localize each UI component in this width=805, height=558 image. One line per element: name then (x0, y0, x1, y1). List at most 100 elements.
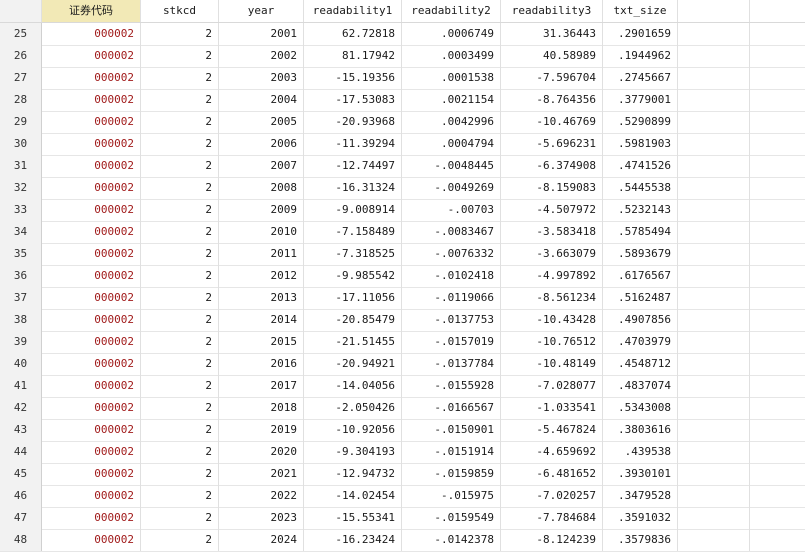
cell-txt-size[interactable]: .3803616 (603, 419, 678, 441)
cell-txt-size[interactable]: .5785494 (603, 221, 678, 243)
cell-year[interactable]: 2019 (219, 419, 304, 441)
cell-stkcd[interactable]: 2 (141, 221, 219, 243)
table-row[interactable]: 34 000002 2 2010 -7.158489 -.0083467 -3.583418… (0, 221, 805, 244)
table-row[interactable]: 44 000002 2 2020 -9.304193 -.0151914 -4.659692… (0, 441, 805, 464)
cell-stkcd[interactable]: 2 (141, 243, 219, 265)
row-number[interactable]: 41 (0, 375, 42, 397)
row-number[interactable]: 42 (0, 397, 42, 419)
cell-year[interactable]: 2004 (219, 89, 304, 111)
column-header-readability1[interactable]: readability1 (304, 0, 402, 22)
table-row[interactable]: 28 000002 2 2004 -17.53083.0021154 -8.764356.… (0, 89, 805, 112)
cell-zqdm[interactable]: 000002 (42, 309, 141, 331)
cell-readability1[interactable]: -9.008914 (304, 199, 402, 221)
cell-readability2[interactable]: -.0119066 (402, 287, 501, 309)
cell-txt-size[interactable]: .6176567 (603, 265, 678, 287)
row-number[interactable]: 36 (0, 265, 42, 287)
cell-txt-size[interactable]: .5981903 (603, 133, 678, 155)
table-row[interactable]: 30 000002 2 2006 -11.39294.0004794 -5.696231.… (0, 133, 805, 156)
row-number[interactable]: 48 (0, 529, 42, 551)
cell-zqdm[interactable]: 000002 (42, 199, 141, 221)
cell-readability3[interactable]: -7.784684 (501, 507, 603, 529)
cell-year[interactable]: 2011 (219, 243, 304, 265)
cell-readability1[interactable]: -17.53083 (304, 89, 402, 111)
cell-readability3[interactable]: -10.43428 (501, 309, 603, 331)
cell-zqdm[interactable]: 000002 (42, 419, 141, 441)
column-header-readability3[interactable]: readability3 (501, 0, 603, 22)
cell-stkcd[interactable]: 2 (141, 309, 219, 331)
table-row[interactable]: 47 000002 2 2023 -15.55341 -.0159549 -7.784684… (0, 507, 805, 530)
cell-readability1[interactable]: -12.94732 (304, 463, 402, 485)
cell-year[interactable]: 2012 (219, 265, 304, 287)
cell-readability2[interactable]: -.0137784 (402, 353, 501, 375)
cell-zqdm[interactable]: 000002 (42, 397, 141, 419)
cell-zqdm[interactable]: 000002 (42, 265, 141, 287)
row-number[interactable]: 37 (0, 287, 42, 309)
cell-readability2[interactable]: -.015975 (402, 485, 501, 507)
row-number[interactable]: 25 (0, 23, 42, 45)
cell-year[interactable]: 2002 (219, 45, 304, 67)
cell-year[interactable]: 2024 (219, 529, 304, 551)
table-row[interactable]: 39 000002 2 2015 -21.51455 -.0157019 -10.76512… (0, 331, 805, 354)
cell-year[interactable]: 2020 (219, 441, 304, 463)
cell-readability3[interactable]: -1.033541 (501, 397, 603, 419)
cell-readability3[interactable]: -6.374908 (501, 155, 603, 177)
cell-year[interactable]: 2010 (219, 221, 304, 243)
cell-readability1[interactable]: -2.050426 (304, 397, 402, 419)
cell-txt-size[interactable]: .5343008 (603, 397, 678, 419)
table-row[interactable]: 36 000002 2 2012 -9.985542 -.0102418 -4.997892… (0, 265, 805, 288)
cell-readability2[interactable]: .0021154 (402, 89, 501, 111)
cell-stkcd[interactable]: 2 (141, 419, 219, 441)
cell-readability3[interactable]: -8.764356 (501, 89, 603, 111)
cell-readability3[interactable]: 31.36443 (501, 23, 603, 45)
cell-readability2[interactable]: -.0155928 (402, 375, 501, 397)
cell-readability1[interactable]: -20.94921 (304, 353, 402, 375)
cell-zqdm[interactable]: 000002 (42, 441, 141, 463)
cell-readability1[interactable]: -15.19356 (304, 67, 402, 89)
row-number[interactable]: 43 (0, 419, 42, 441)
cell-readability3[interactable]: -6.481652 (501, 463, 603, 485)
row-number[interactable]: 40 (0, 353, 42, 375)
cell-year[interactable]: 2021 (219, 463, 304, 485)
cell-stkcd[interactable]: 2 (141, 67, 219, 89)
cell-readability1[interactable]: -7.318525 (304, 243, 402, 265)
cell-readability2[interactable]: .0006749 (402, 23, 501, 45)
cell-txt-size[interactable]: .4741526 (603, 155, 678, 177)
cell-txt-size[interactable]: .4837074 (603, 375, 678, 397)
table-row[interactable]: 27 000002 2 2003 -15.19356.0001538 -7.596704.… (0, 67, 805, 90)
row-number[interactable]: 29 (0, 111, 42, 133)
cell-readability2[interactable]: -.0166567 (402, 397, 501, 419)
cell-readability3[interactable]: -3.663079 (501, 243, 603, 265)
cell-year[interactable]: 2006 (219, 133, 304, 155)
cell-zqdm[interactable]: 000002 (42, 507, 141, 529)
table-row[interactable]: 45 000002 2 2021 -12.94732 -.0159859 -6.481652… (0, 463, 805, 486)
cell-readability3[interactable]: -4.659692 (501, 441, 603, 463)
cell-readability1[interactable]: -16.23424 (304, 529, 402, 551)
cell-txt-size[interactable]: .4703979 (603, 331, 678, 353)
cell-stkcd[interactable]: 2 (141, 23, 219, 45)
cell-readability2[interactable]: -.0159549 (402, 507, 501, 529)
cell-readability2[interactable]: -.0151914 (402, 441, 501, 463)
cell-txt-size[interactable]: .5290899 (603, 111, 678, 133)
cell-readability2[interactable]: .0004794 (402, 133, 501, 155)
cell-stkcd[interactable]: 2 (141, 287, 219, 309)
table-row[interactable]: 33 000002 2 2009 -9.008914 -.00703 -4.507972.5… (0, 199, 805, 222)
cell-stkcd[interactable]: 2 (141, 155, 219, 177)
cell-zqdm[interactable]: 000002 (42, 529, 141, 551)
column-header-txt-size[interactable]: txt_size (603, 0, 678, 22)
cell-readability1[interactable]: -20.93968 (304, 111, 402, 133)
cell-txt-size[interactable]: .4548712 (603, 353, 678, 375)
cell-txt-size[interactable]: .3591032 (603, 507, 678, 529)
cell-readability1[interactable]: -10.92056 (304, 419, 402, 441)
table-row[interactable]: 31 000002 2 2007 -12.74497 -.0048445 -6.374908… (0, 155, 805, 178)
cell-readability2[interactable]: -.0076332 (402, 243, 501, 265)
cell-stkcd[interactable]: 2 (141, 45, 219, 67)
cell-stkcd[interactable]: 2 (141, 177, 219, 199)
cell-stkcd[interactable]: 2 (141, 133, 219, 155)
row-number[interactable]: 35 (0, 243, 42, 265)
cell-readability3[interactable]: -10.46769 (501, 111, 603, 133)
cell-readability3[interactable]: -8.561234 (501, 287, 603, 309)
cell-year[interactable]: 2013 (219, 287, 304, 309)
table-row[interactable]: 26 000002 2 2002 81.17942.0003499 40.58989.19… (0, 45, 805, 68)
cell-txt-size[interactable]: .2745667 (603, 67, 678, 89)
row-number[interactable]: 33 (0, 199, 42, 221)
